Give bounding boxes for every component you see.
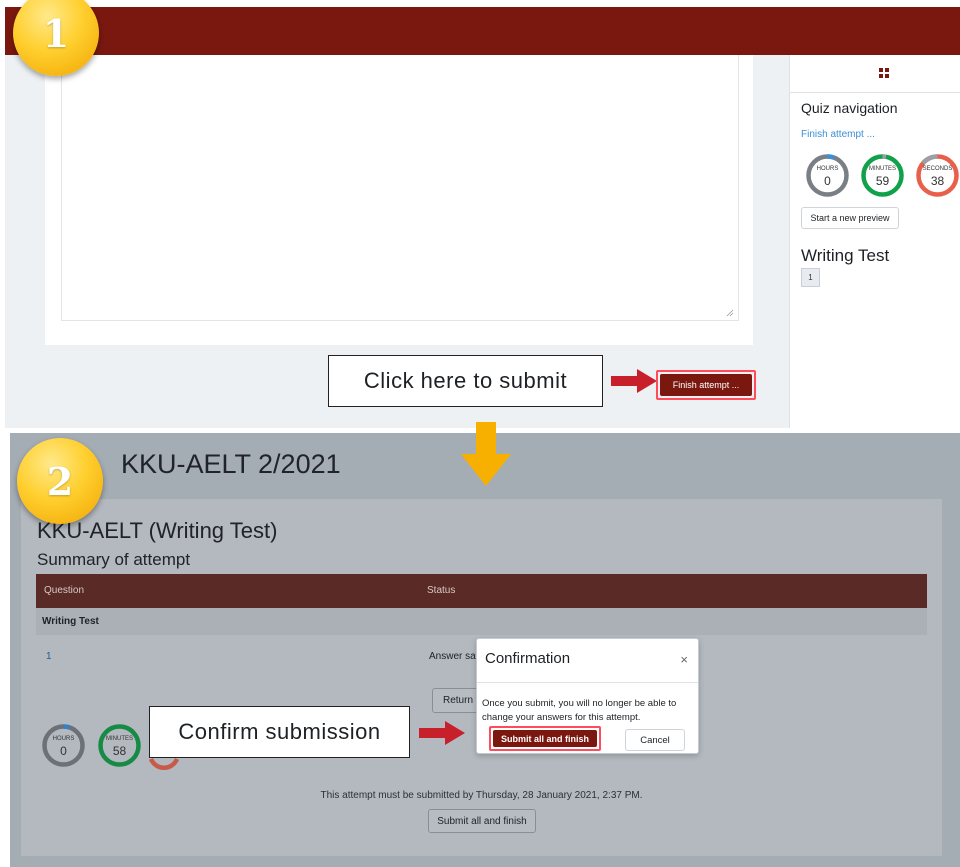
summary-heading: Summary of attempt xyxy=(37,550,191,569)
finish-attempt-highlight: Finish attempt ... xyxy=(656,370,756,400)
submission-deadline-text: This attempt must be submitted by Thursd… xyxy=(320,790,643,801)
start-new-preview-button[interactable]: Start a new preview xyxy=(801,207,899,229)
timer-unit-label: HOURS xyxy=(816,166,839,172)
resize-grip-icon[interactable] xyxy=(726,309,734,317)
timer-unit-label: HOURS xyxy=(52,736,75,742)
quiz-main-region: Click here to submit Finish attempt ... xyxy=(5,55,789,428)
down-arrow-icon xyxy=(461,422,511,486)
submit-instruction-callout: Click here to submit xyxy=(328,355,603,407)
dialog-message: Once you submit, you will no longer be a… xyxy=(482,698,677,723)
finish-attempt-link[interactable]: Finish attempt ... xyxy=(801,129,875,140)
site-header-bar xyxy=(5,7,960,55)
timer-value: 38 xyxy=(930,174,945,188)
dialog-submit-all-button[interactable]: Submit all and finish xyxy=(493,730,597,747)
timer-unit-label: MINUTES xyxy=(106,736,133,742)
timer-value: 58 xyxy=(112,744,127,758)
timer-minutes: MINUTES 58 xyxy=(97,723,142,768)
section-label: Writing Test xyxy=(42,616,99,627)
close-icon[interactable]: × xyxy=(680,653,688,666)
timer-value: 59 xyxy=(875,174,890,188)
timer-seconds: SECONDS 38 xyxy=(915,153,960,198)
right-arrow-icon xyxy=(419,721,465,745)
submit-all-highlight: Submit all and finish xyxy=(489,726,601,751)
question-link[interactable]: 1 xyxy=(46,651,52,662)
section-title: Writing Test xyxy=(801,246,890,265)
drawer-toggle-bar xyxy=(790,55,960,93)
table-section-row: Writing Test xyxy=(36,608,927,635)
grid-icon[interactable] xyxy=(879,68,889,78)
submit-all-and-finish-button[interactable]: Submit all and finish xyxy=(428,809,536,833)
step-badge-2: 2 xyxy=(17,438,103,524)
dialog-cancel-button[interactable]: Cancel xyxy=(625,729,685,751)
column-header-status: Status xyxy=(427,585,456,596)
panel-summary-of-attempt: KKU-AELT 2/2021 KKU-AELT (Writing Test) … xyxy=(10,433,960,867)
confirm-instruction-callout: Confirm submission xyxy=(149,706,410,758)
panel-finish-attempt: Click here to submit Finish attempt ... … xyxy=(5,7,960,428)
timer-unit-label: SECONDS xyxy=(922,166,953,172)
timer-minutes: MINUTES 59 xyxy=(860,153,905,198)
column-header-question: Question xyxy=(44,585,85,596)
timer-hours: HOURS 0 xyxy=(805,153,850,198)
timer-unit-label: MINUTES xyxy=(869,166,896,172)
finish-attempt-button[interactable]: Finish attempt ... xyxy=(660,374,752,396)
timer-hours: HOURS 0 xyxy=(41,723,86,768)
summary-table-header: Question Status xyxy=(36,574,927,608)
dialog-title: Confirmation xyxy=(485,650,571,667)
quiz-navigation-block: Quiz navigation Finish attempt ... HOURS… xyxy=(789,55,960,428)
dialog-divider xyxy=(477,682,698,683)
question-status: Answer sav xyxy=(429,651,481,662)
quiz-navigation-title: Quiz navigation xyxy=(801,100,898,116)
confirmation-dialog: Confirmation × Once you submit, you will… xyxy=(476,638,699,754)
timer-seconds-partial-icon xyxy=(149,757,179,770)
right-arrow-icon xyxy=(611,369,657,393)
timer-value: 0 xyxy=(824,174,831,188)
course-title: KKU-AELT 2/2021 xyxy=(121,449,341,479)
essay-answer-textarea[interactable] xyxy=(61,55,739,321)
question-card xyxy=(45,55,753,345)
timer-value: 0 xyxy=(60,744,67,758)
question-nav-button[interactable]: 1 xyxy=(801,268,820,287)
